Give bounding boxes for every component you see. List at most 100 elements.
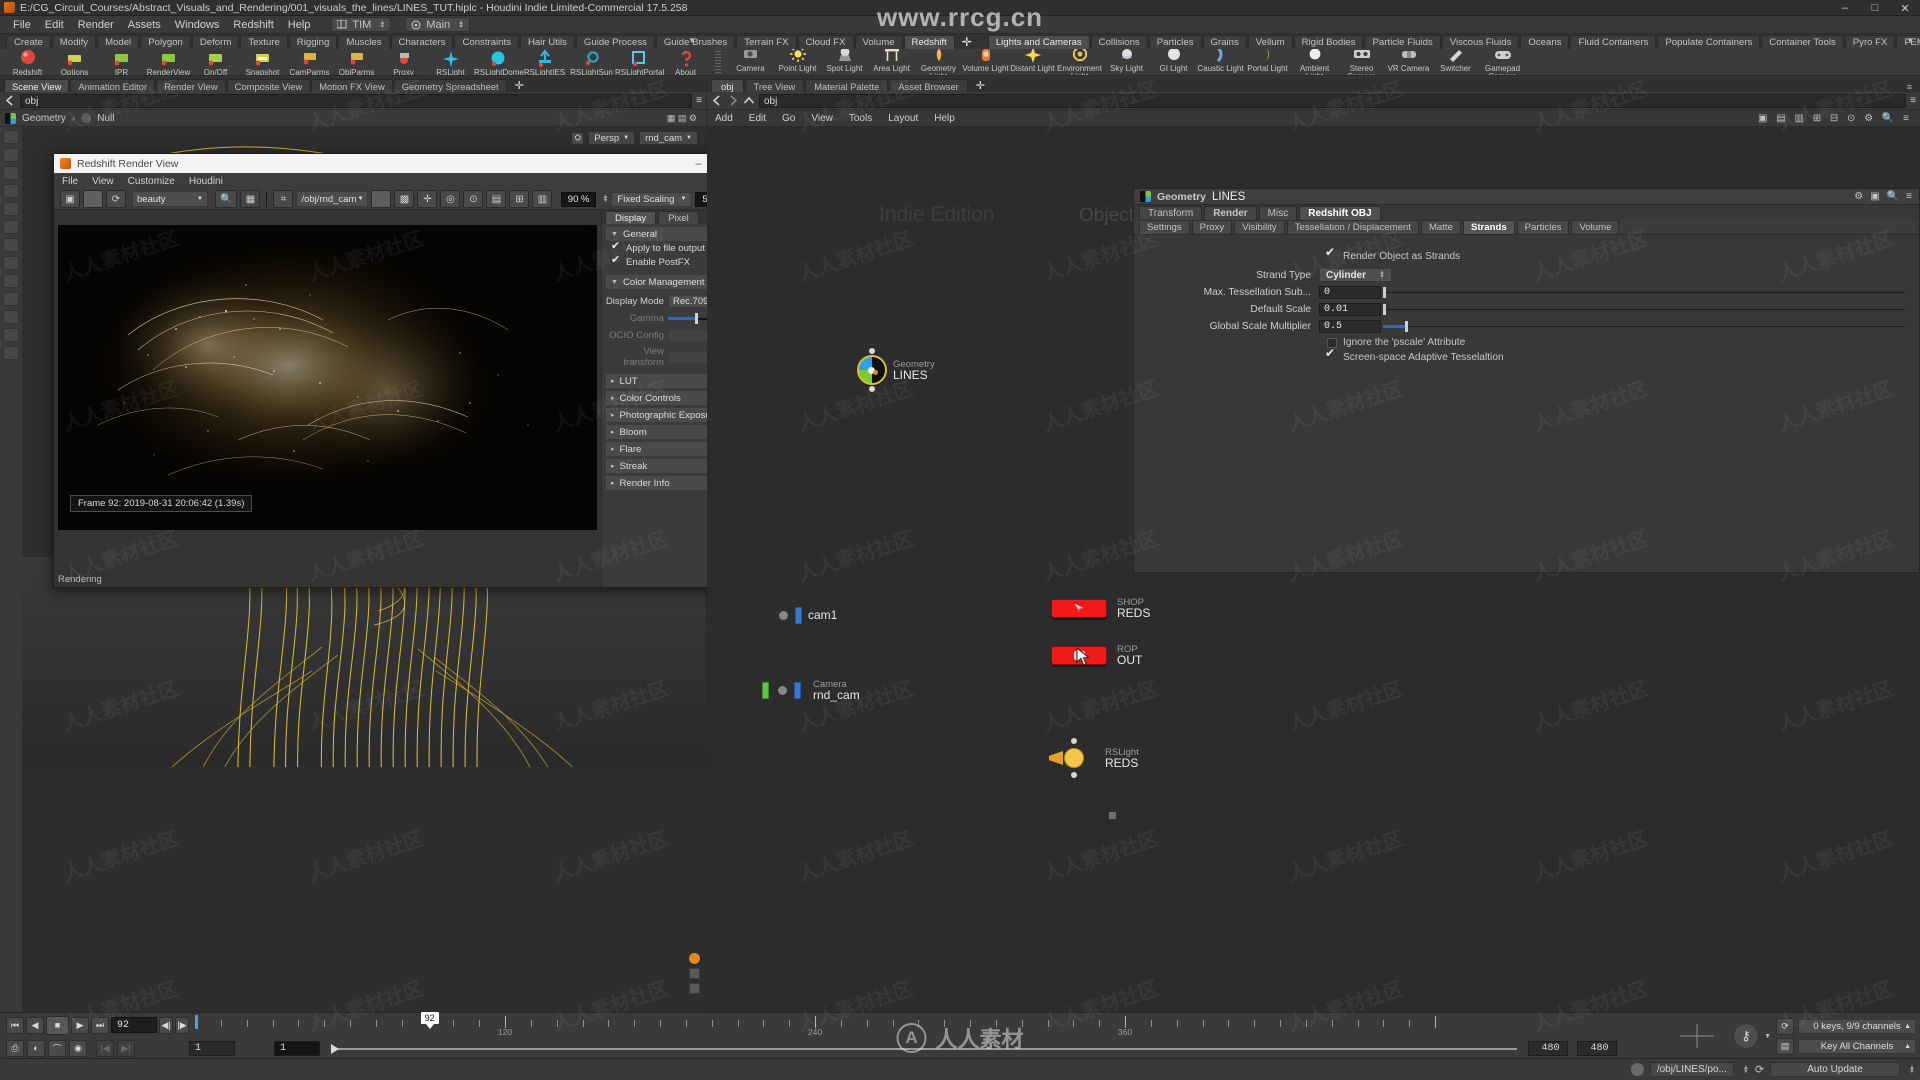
shelf-tab-volume[interactable]: Volume [854,35,903,49]
render-more-button[interactable]: ▥ [532,190,553,208]
lock-camera-icon[interactable]: ⛭ [571,131,585,145]
global-start-input[interactable]: 480 [1528,1040,1568,1056]
shelf-tool-area-light[interactable]: Area Light [868,49,915,75]
viewtool-paint-icon[interactable] [3,292,19,306]
scaling-mode-dropdown[interactable]: Fixed Scaling ▼ [611,191,693,207]
render-start-button[interactable]: ▣ [60,190,80,208]
render-view-menu-view[interactable]: View [92,176,114,187]
global-end-input[interactable]: 480 [1577,1040,1617,1056]
viewport-corner-tools[interactable] [689,953,700,994]
shelf-tab-viscous-fluids[interactable]: Viscous Fluids [1441,35,1520,49]
shelf-tab-vellum[interactable]: Vellum [1247,35,1293,49]
status-path-spinner-icon[interactable]: ▲ ▼ [1743,1065,1749,1075]
timeline-playhead[interactable] [195,1015,198,1029]
node-shop-redshift[interactable]: SHOP REDS [1051,597,1150,619]
render-save-button[interactable]: ⊞ [509,190,530,208]
shelf-tool-sky-light[interactable]: Sky Light [1103,49,1150,75]
param-tab-redshift-obj[interactable]: Redshift OBJ [1299,206,1381,220]
shelf-tool-point-light[interactable]: Point Light [774,49,821,75]
back-arrow-icon[interactable] [4,95,16,106]
global-scale-value[interactable]: 0.5 [1319,320,1381,333]
update-mode-dropdown[interactable]: Auto Update [1770,1062,1901,1077]
render-snapshot-button[interactable]: ▤ [486,190,507,208]
aov-dropdown[interactable]: beauty ▼ [132,191,208,207]
shelf-tool-ipr[interactable]: IPR [98,49,145,75]
menu-help[interactable]: Help [281,16,318,34]
param-subtab-particles[interactable]: Particles [1516,220,1570,234]
shelf-tab-characters[interactable]: Characters [390,35,454,49]
key-mode-dropdown[interactable]: Key All Channels ▲ [1798,1038,1916,1054]
viewtool-light-icon[interactable] [3,256,19,270]
viewtool-more-icon[interactable] [3,346,19,360]
desktop-spinner-icon[interactable]: ▲ ▼ [379,20,385,30]
render-zoom-tool[interactable]: 🔍 [215,190,238,208]
range-slider[interactable] [331,1041,1517,1056]
render-magnify-button[interactable]: ◎ [440,190,461,208]
shelf-divider[interactable] [715,51,721,73]
render-zoom-level[interactable]: 90 % [560,191,597,207]
render-view-menu-customize[interactable]: Customize [128,176,175,187]
shelf-tool-objparms[interactable]: ObjParms [333,49,380,75]
range-start-input[interactable]: 1 [189,1040,235,1056]
gear-icon[interactable]: ⚙ [1854,191,1863,202]
global-scale-slider[interactable] [1383,320,1911,333]
desktop-selector[interactable]: TIM ▲ ▼ [331,17,392,32]
shelf-tool-about[interactable]: About [662,49,709,75]
shelf-tool-caustic-light[interactable]: Caustic Light [1197,49,1244,75]
rslight-output-connector[interactable] [1071,772,1077,778]
shelf-tab-create[interactable]: Create [6,35,51,49]
shelf-tool-volume-light[interactable]: Volume Light [962,49,1009,75]
shelf-tool-portal-light[interactable]: Portal Light [1244,49,1291,75]
screen-space-tess-row[interactable]: Screen-space Adaptive Tesselaltion [1325,346,1919,364]
viewtool-move-icon[interactable] [3,166,19,180]
max-tess-row[interactable]: Max. Tessellation Sub... 0 [1134,286,1919,299]
layout-spinner-icon[interactable]: ▲ ▼ [458,20,464,30]
param-tab-misc[interactable]: Misc [1258,206,1298,220]
render-crosshair-button[interactable]: ✛ [417,190,438,208]
viewport-grid-icon[interactable] [689,968,700,979]
menu-icon[interactable]: ≡ [1906,191,1912,202]
scene-pane-tab-composite-view[interactable]: Composite View [226,79,311,92]
shelf-tab-texture[interactable]: Texture [240,35,288,49]
network-menu-help[interactable]: Help [934,113,955,124]
screen-space-tess-checkbox[interactable] [1325,346,1337,363]
shelf-tool-spot-light[interactable]: Spot Light [821,49,868,75]
network-menu-edit[interactable]: Edit [749,113,766,124]
default-scale-row[interactable]: Default Scale 0.01 [1134,303,1919,316]
shelf-tab-lights-and-cameras[interactable]: Lights and Cameras [987,35,1090,49]
network-up-icon[interactable] [743,95,755,106]
shelf-tab-terrain-fx[interactable]: Terrain FX [736,35,797,49]
shelf-tool-renderview[interactable]: RenderView [145,49,192,75]
render-region-button[interactable]: ⌗ [273,190,294,208]
shelf-tab-constraints[interactable]: Constraints [454,35,519,49]
node-cam1[interactable]: cam1 [779,607,837,624]
render-stop-button[interactable] [83,190,103,208]
shelf-tab-particles[interactable]: Particles [1148,35,1202,49]
step-forward-button[interactable]: |▶ [175,1016,189,1034]
render-view-menu-file[interactable]: File [62,176,78,187]
network-tab-obj[interactable]: obj [711,79,744,92]
network-tab-tree-view[interactable]: Tree View [744,79,805,92]
shelf-tool-ambient-light[interactable]: Ambient Light [1291,49,1338,75]
shelf-tool-rslightportal[interactable]: RSLightPortal [615,49,664,75]
shelf-tab-populate-containers[interactable]: Populate Containers [1657,35,1761,49]
key-all-icon[interactable]: ▤ [1776,1037,1794,1055]
keyframe-mode-icon[interactable]: ⎙ [6,1039,24,1057]
network-menu-add[interactable]: Add [715,113,733,124]
update-mode-spinner-icon[interactable]: ▲ ▼ [1909,1065,1915,1075]
next-key-button[interactable]: ▶| [117,1039,135,1057]
viewtool-snap-icon[interactable] [3,238,19,252]
menu-render[interactable]: Render [71,16,121,34]
shelf-tab-muscles[interactable]: Muscles [338,35,390,49]
camera-dropdown[interactable]: /obj/rnd_cam ▼ [296,191,369,207]
shelf-tool-rslight[interactable]: RSLight [427,49,474,75]
scene-pane-tab-scene-view[interactable]: Scene View [4,79,70,92]
maximize-button[interactable]: □ [1860,0,1890,16]
scene-view-add-tab[interactable]: ✛ [508,79,531,92]
go-to-start-button[interactable]: ⏮ [6,1016,24,1034]
shelf-tool-snapshot[interactable]: Snapshot [239,49,286,75]
param-tab-transform[interactable]: Transform [1139,206,1203,220]
render-grid-toggle[interactable]: ▦ [240,190,261,208]
shelf-tab-hair-utils[interactable]: Hair Utils [519,35,575,49]
shelf-tab-model[interactable]: Model [97,35,140,49]
